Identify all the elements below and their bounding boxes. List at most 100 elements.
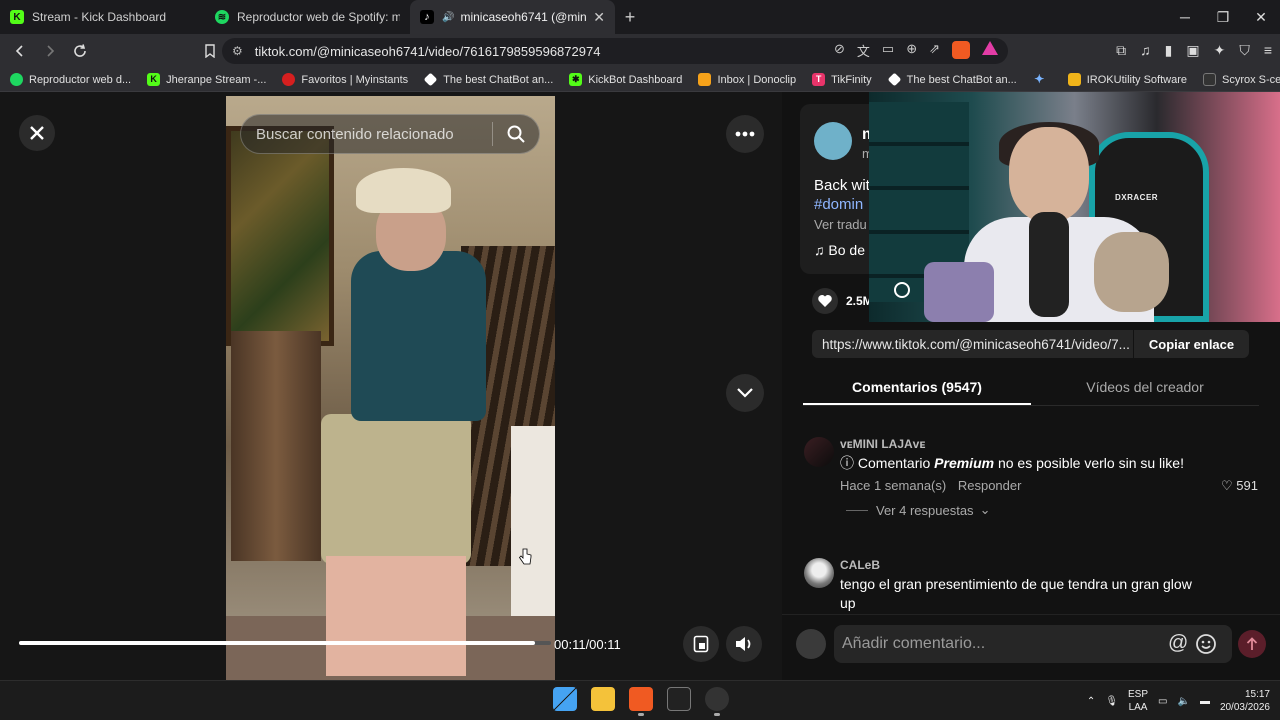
window-controls: ─ ❐ ✕ (1166, 0, 1280, 34)
reload-icon[interactable] (68, 39, 92, 63)
no-video-icon[interactable]: ⊘ (834, 41, 845, 60)
file-explorer-icon[interactable] (591, 687, 615, 711)
battery-icon[interactable]: ▬ (1200, 696, 1210, 707)
back-icon[interactable] (8, 39, 32, 63)
send-comment-button[interactable] (1238, 630, 1266, 658)
comment-like[interactable]: ♡ 591 (1221, 478, 1258, 494)
person-shorts (321, 414, 471, 564)
emoji-icon[interactable] (1195, 633, 1217, 660)
translate-link[interactable]: Ver tradu (814, 217, 867, 232)
brave-rewards-icon[interactable] (982, 41, 998, 55)
person-shirt (351, 251, 486, 421)
network-icon[interactable]: ▭ (1158, 696, 1167, 707)
tab-tiktok[interactable]: ♪ 🔊 minicaseoh6741 (@minicase ✕ (410, 0, 615, 34)
donoclip-icon (698, 73, 712, 86)
comment-time: Hace 1 semana(s) (840, 478, 947, 493)
forward-icon[interactable] (38, 39, 62, 63)
sidebar-icon[interactable]: ▮ (1165, 42, 1173, 59)
bookmark-icon[interactable] (198, 39, 222, 63)
reply-button[interactable]: Responder (958, 478, 1022, 493)
floating-player-button[interactable] (683, 626, 719, 662)
volume-button[interactable] (726, 626, 762, 662)
wallet-icon[interactable]: ▣ (1186, 42, 1199, 59)
tab-kick-dashboard[interactable]: K Stream - Kick Dashboard (0, 0, 205, 34)
search-input[interactable] (241, 115, 492, 153)
bookmark-item[interactable]: Inbox | Donoclip (698, 73, 796, 86)
search-icon[interactable] (493, 124, 539, 144)
audio-app-icon[interactable] (667, 687, 691, 711)
address-toolbar: ⚙ tiktok.com/@minicaseoh6741/video/76161… (0, 34, 1280, 68)
address-bar[interactable]: ⚙ tiktok.com/@minicaseoh6741/video/76161… (222, 38, 1008, 64)
minimize-button[interactable]: ─ (1166, 0, 1204, 34)
next-video-button[interactable] (726, 374, 764, 412)
maximize-button[interactable]: ❐ (1204, 0, 1242, 34)
comment-text: ⓘ Comentario Premium no es posible verlo… (840, 455, 1184, 471)
microphone-icon[interactable]: 🎙 (1105, 696, 1118, 707)
vpn-icon[interactable]: ⛉ (1239, 42, 1250, 59)
comments-list: ᴠᴇMINI LAJAᴠᴇ ⓘ Comentario Premium no es… (782, 422, 1280, 612)
bookmark-item[interactable]: IROKUtility Software (1067, 73, 1187, 86)
copy-link-button[interactable]: Copiar enlace (1133, 330, 1249, 358)
leo-ai-icon[interactable]: ✦ (1214, 42, 1226, 59)
system-tray: ⌃ 🎙 ESP LAA ▭ 🔈 ▬ 15:17 20/03/2026 (1087, 686, 1270, 716)
comment-user[interactable]: ᴠᴇMINI LAJAᴠᴇ (840, 437, 925, 451)
close-video-button[interactable] (19, 115, 55, 151)
creator-avatar[interactable] (814, 122, 852, 160)
brave-browser-icon[interactable] (629, 687, 653, 716)
more-options-button[interactable] (726, 115, 764, 153)
brave-shields-icon[interactable] (952, 41, 970, 59)
hashtag-link[interactable]: #domin (814, 196, 863, 213)
bookmark-item[interactable]: T TikFinity (812, 73, 872, 86)
tab-comments[interactable]: Comentarios (9547) (803, 374, 1031, 405)
screenshot-icon[interactable]: ⧉ (1116, 42, 1126, 59)
heart-outline-icon: ♡ (1221, 478, 1237, 493)
bookmark-item[interactable]: Favoritos | Myinstants (282, 73, 408, 86)
speaker-icon[interactable]: 🔈 (1177, 696, 1189, 707)
avatar[interactable] (804, 437, 834, 467)
taskbar-apps (553, 687, 729, 716)
bookmarks-bar: Reproductor web d... K Jheranpe Stream -.… (0, 68, 1280, 92)
share-url[interactable]: https://www.tiktok.com/@minicaseoh6741/v… (812, 337, 1133, 352)
obs-icon[interactable] (705, 687, 729, 716)
menu-icon[interactable]: ≡ (1264, 42, 1272, 59)
new-tab-button[interactable]: + (615, 0, 645, 34)
translate-icon[interactable]: 文 (857, 41, 870, 60)
bookmark-item[interactable]: K Jheranpe Stream -... (147, 73, 266, 86)
arrow-up-icon (1246, 637, 1258, 650)
site-settings-icon[interactable]: ⚙ (232, 44, 243, 58)
microphone-image (1029, 212, 1069, 317)
mention-icon[interactable]: @ (1168, 632, 1188, 655)
bookmark-item[interactable]: Reproductor web d... (10, 73, 131, 86)
bookmark-item[interactable]: Scyrox S-center (1203, 73, 1280, 86)
music-link[interactable]: ♫ Bo de (814, 242, 865, 258)
clock[interactable]: 15:17 20/03/2026 (1220, 688, 1270, 714)
tiktok-icon: ♪ (420, 10, 434, 24)
media-icon[interactable]: ♫ (1140, 42, 1151, 59)
myinstants-icon (282, 73, 296, 86)
video-progress-bar[interactable] (19, 641, 551, 645)
bookmark-item[interactable]: ✦ (1033, 73, 1052, 86)
video-player[interactable] (226, 96, 555, 680)
share-icon[interactable]: ⇗ (929, 41, 940, 60)
pip-icon (693, 635, 709, 653)
scyrox-icon (1203, 73, 1216, 86)
avatar[interactable] (804, 558, 834, 588)
tab-creator-videos[interactable]: Vídeos del creador (1031, 374, 1259, 405)
windows-start-icon[interactable] (553, 687, 577, 711)
close-tab-icon[interactable]: ✕ (593, 9, 605, 26)
chair-brand: DXRACER (1115, 193, 1159, 202)
like-button[interactable] (812, 288, 838, 314)
audio-playing-icon[interactable]: 🔊 (442, 12, 454, 23)
bookmark-item[interactable]: ✱ KickBot Dashboard (569, 73, 682, 86)
zoom-icon[interactable]: ⊕ (906, 41, 917, 60)
close-window-button[interactable]: ✕ (1242, 0, 1280, 34)
tab-spotify[interactable]: ≋ Reproductor web de Spotify: música (205, 0, 410, 34)
comment-user[interactable]: CALeB (840, 558, 880, 572)
progress-fill (19, 641, 536, 645)
language-indicator[interactable]: ESP LAA (1128, 688, 1148, 714)
bookmark-item[interactable]: The best ChatBot an... (423, 72, 553, 87)
view-replies-button[interactable]: Ver 4 respuestas ⌄ (846, 502, 990, 518)
chevron-up-icon[interactable]: ⌃ (1087, 696, 1095, 707)
cast-icon[interactable]: ▭ (882, 41, 894, 60)
bookmark-item[interactable]: The best ChatBot an... (887, 72, 1017, 87)
